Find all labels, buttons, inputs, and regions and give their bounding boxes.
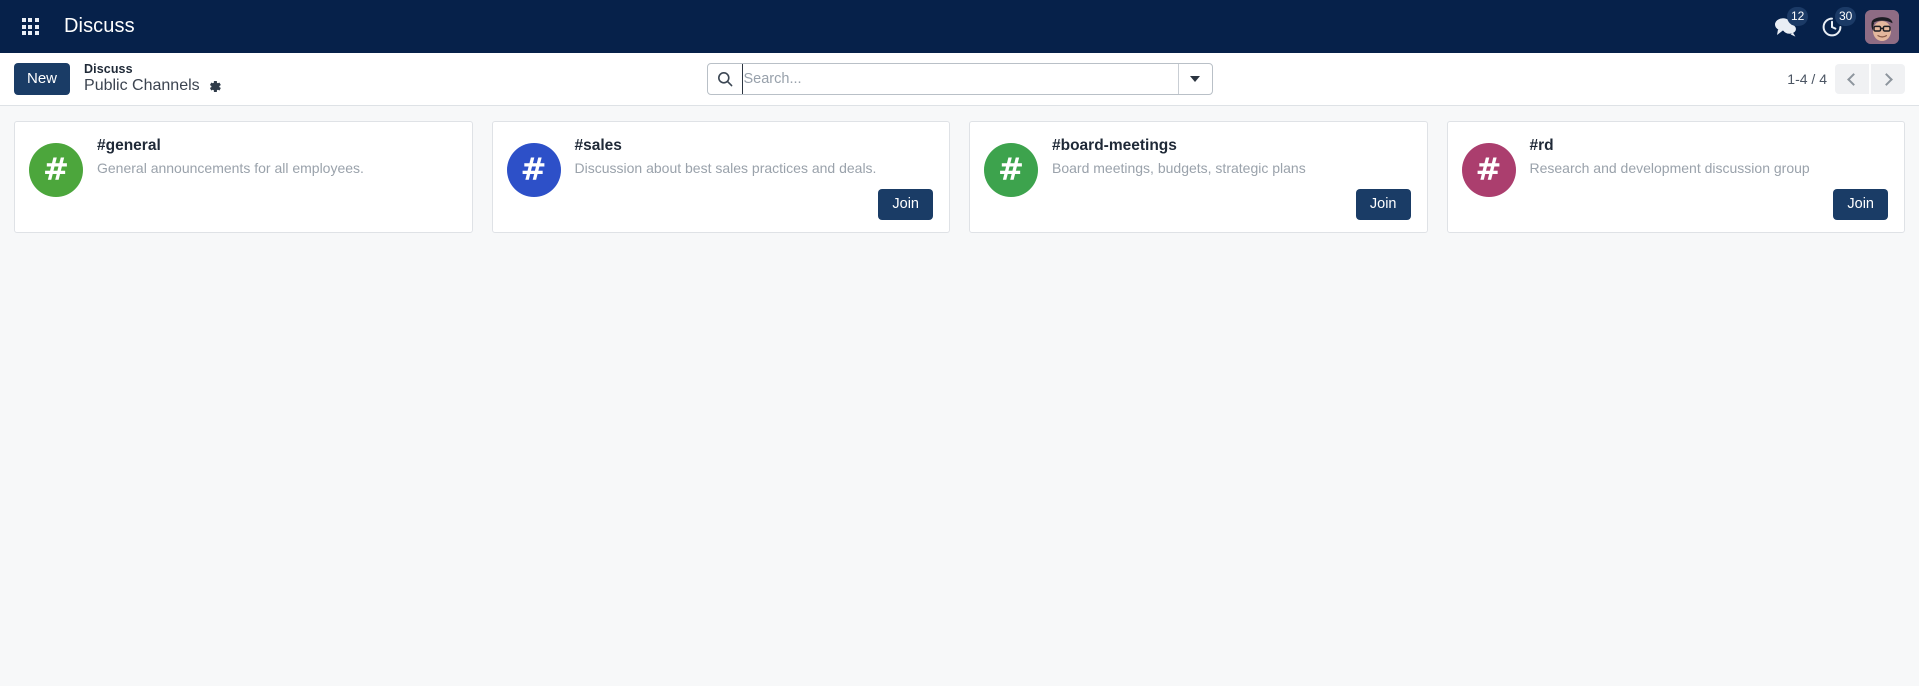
new-button[interactable]: New xyxy=(14,63,71,95)
search-input[interactable] xyxy=(741,64,1178,94)
channel-description: Discussion about best sales practices an… xyxy=(574,159,877,176)
channel-card-actions: Join xyxy=(1530,179,1888,220)
messages-button[interactable]: 12 xyxy=(1773,6,1809,45)
channel-card[interactable]: # #board-meetings Board meetings, budgets,… xyxy=(969,121,1428,233)
channel-name: #board-meetings xyxy=(1052,137,1177,154)
channel-name: #general xyxy=(97,137,161,154)
join-channel-button[interactable]: Join xyxy=(878,188,933,220)
breadcrumb-parent[interactable]: Discuss xyxy=(84,62,222,76)
channel-card-body: #board-meetings Board meetings, budgets, … xyxy=(1052,136,1411,220)
channel-name: #sales xyxy=(574,137,622,154)
breadcrumb: Discuss Public Channels xyxy=(84,62,222,96)
chevron-down-icon xyxy=(1190,76,1200,82)
navbar-right-actions: 12 30 xyxy=(1773,6,1905,45)
channel-description: Research and development discussion grou… xyxy=(1529,159,1810,176)
chevron-left-icon xyxy=(1847,72,1860,86)
channel-card[interactable]: # #sales Discussion about best sales pract… xyxy=(491,121,950,233)
gear-icon[interactable] xyxy=(207,79,222,94)
channel-name: #rd xyxy=(1529,137,1554,154)
activities-count-badge: 30 xyxy=(1835,6,1857,26)
channel-avatar-hash-icon: # xyxy=(984,143,1038,197)
channel-avatar-hash-icon: # xyxy=(506,143,561,197)
pager: 1-4 / 4 xyxy=(1787,64,1905,94)
activities-button[interactable]: 30 xyxy=(1821,6,1857,45)
pager-previous-button[interactable] xyxy=(1835,64,1869,94)
top-navbar: Discuss 12 30 xyxy=(0,0,1919,53)
channel-description: Board meetings, budgets, strategic plans xyxy=(1052,159,1306,176)
join-channel-button[interactable]: Join xyxy=(1833,188,1888,220)
channel-avatar-hash-icon: # xyxy=(1461,143,1516,197)
control-panel: New Discuss Public Channels 1-4 / 4 xyxy=(0,53,1919,106)
search-options-toggle[interactable] xyxy=(1177,64,1212,94)
channel-card[interactable]: # #general General announcements for all e… xyxy=(14,121,473,233)
kanban-content: # #general General announcements for all e… xyxy=(0,106,1919,686)
apps-grid-icon xyxy=(21,18,39,35)
channel-card-body: #general General announcements for all em… xyxy=(97,136,456,220)
channel-description: General announcements for all employees. xyxy=(97,159,364,176)
pager-count: 1-4 / 4 xyxy=(1787,71,1827,87)
channel-card-actions: Join xyxy=(1052,179,1411,220)
search-bar[interactable] xyxy=(706,63,1213,95)
app-brand-title[interactable]: Discuss xyxy=(64,15,135,38)
pager-next-button[interactable] xyxy=(1871,64,1905,94)
messages-count-badge: 12 xyxy=(1787,6,1809,26)
join-channel-button[interactable]: Join xyxy=(1355,188,1411,220)
chevron-right-icon xyxy=(1880,72,1893,86)
pager-buttons xyxy=(1835,64,1905,94)
channel-avatar-hash-icon: # xyxy=(29,143,83,197)
channel-card-body: #rd Research and development discussion g… xyxy=(1529,136,1888,220)
apps-menu-button[interactable] xyxy=(10,7,50,47)
channel-card-actions: Join xyxy=(575,179,933,220)
channel-card[interactable]: # #rd Research and development discussion … xyxy=(1446,121,1905,233)
breadcrumb-current: Public Channels xyxy=(84,77,222,95)
channel-card-body: #sales Discussion about best sales practi… xyxy=(574,136,933,220)
search-icon xyxy=(708,71,742,87)
breadcrumb-current-label: Public Channels xyxy=(84,77,200,95)
user-avatar[interactable] xyxy=(1865,9,1899,44)
channel-card-list: # #general General announcements for all e… xyxy=(14,121,1905,233)
